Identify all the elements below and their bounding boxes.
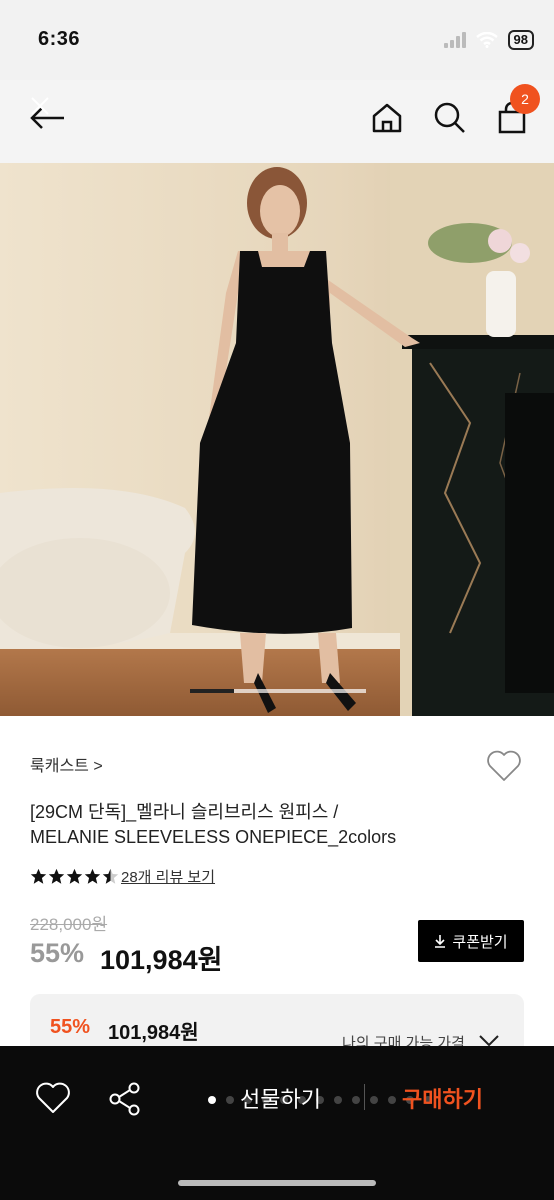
review-link[interactable]: 28개 리뷰 보기: [121, 866, 215, 887]
my-price-value: 101,984원: [108, 1022, 199, 1044]
product-photo: [0, 163, 554, 716]
cart-count-badge: 2: [510, 84, 540, 114]
battery-indicator: 98: [507, 30, 534, 50]
star-icon: [84, 868, 101, 884]
back-arrow-icon[interactable]: [24, 94, 72, 142]
home-icon[interactable]: [369, 100, 405, 136]
cart-button[interactable]: 2: [490, 80, 544, 160]
buy-button[interactable]: 구매하기: [402, 1082, 483, 1114]
my-price-discount: 55%: [50, 1016, 91, 1038]
discount-rate: 55%: [30, 938, 85, 968]
bottom-heart-icon[interactable]: [34, 1080, 72, 1116]
bottom-action-bar: 선물하기 구매하기: [0, 1046, 554, 1200]
search-icon[interactable]: [432, 100, 468, 136]
product-info: 룩캐스트 > [29CM 단독]_멜라니 슬리브리스 원피스 / MELANIE…: [0, 716, 554, 1074]
coupon-button-label: 쿠폰받기: [452, 933, 508, 951]
star-icon: [66, 868, 83, 884]
sale-price: 101,984원: [100, 945, 223, 975]
gift-button[interactable]: 선물하기: [240, 1082, 321, 1114]
status-time: 6:36: [38, 28, 81, 50]
product-title-line1: [29CM 단독]_멜라니 슬리브리스 원피스 /: [30, 802, 339, 822]
image-slider-track: [190, 689, 366, 693]
star-icon: [48, 868, 65, 884]
download-icon: [435, 935, 446, 948]
wishlist-heart-icon[interactable]: [484, 746, 524, 786]
wifi-icon: [475, 32, 498, 48]
top-nav-bar: 2: [0, 80, 554, 163]
rating-stars: [30, 868, 119, 885]
home-indicator: [178, 1180, 376, 1186]
product-title-line2: MELANIE SLEEVELESS ONEPIECE_2colors: [30, 827, 397, 847]
image-slider-indicator: [190, 689, 234, 693]
signal-icon: [443, 32, 466, 48]
coupon-button[interactable]: 쿠폰받기: [418, 920, 524, 962]
brand-link[interactable]: 룩캐스트 >: [30, 752, 103, 776]
divider: [364, 1084, 365, 1110]
status-indicators: 98: [443, 30, 534, 50]
status-bar: 6:36 98: [0, 0, 554, 80]
product-image[interactable]: [0, 163, 554, 716]
star-icon: [30, 868, 47, 884]
share-icon[interactable]: [106, 1080, 144, 1118]
original-price: 228,000원: [30, 915, 108, 934]
star-icon: [102, 868, 119, 884]
